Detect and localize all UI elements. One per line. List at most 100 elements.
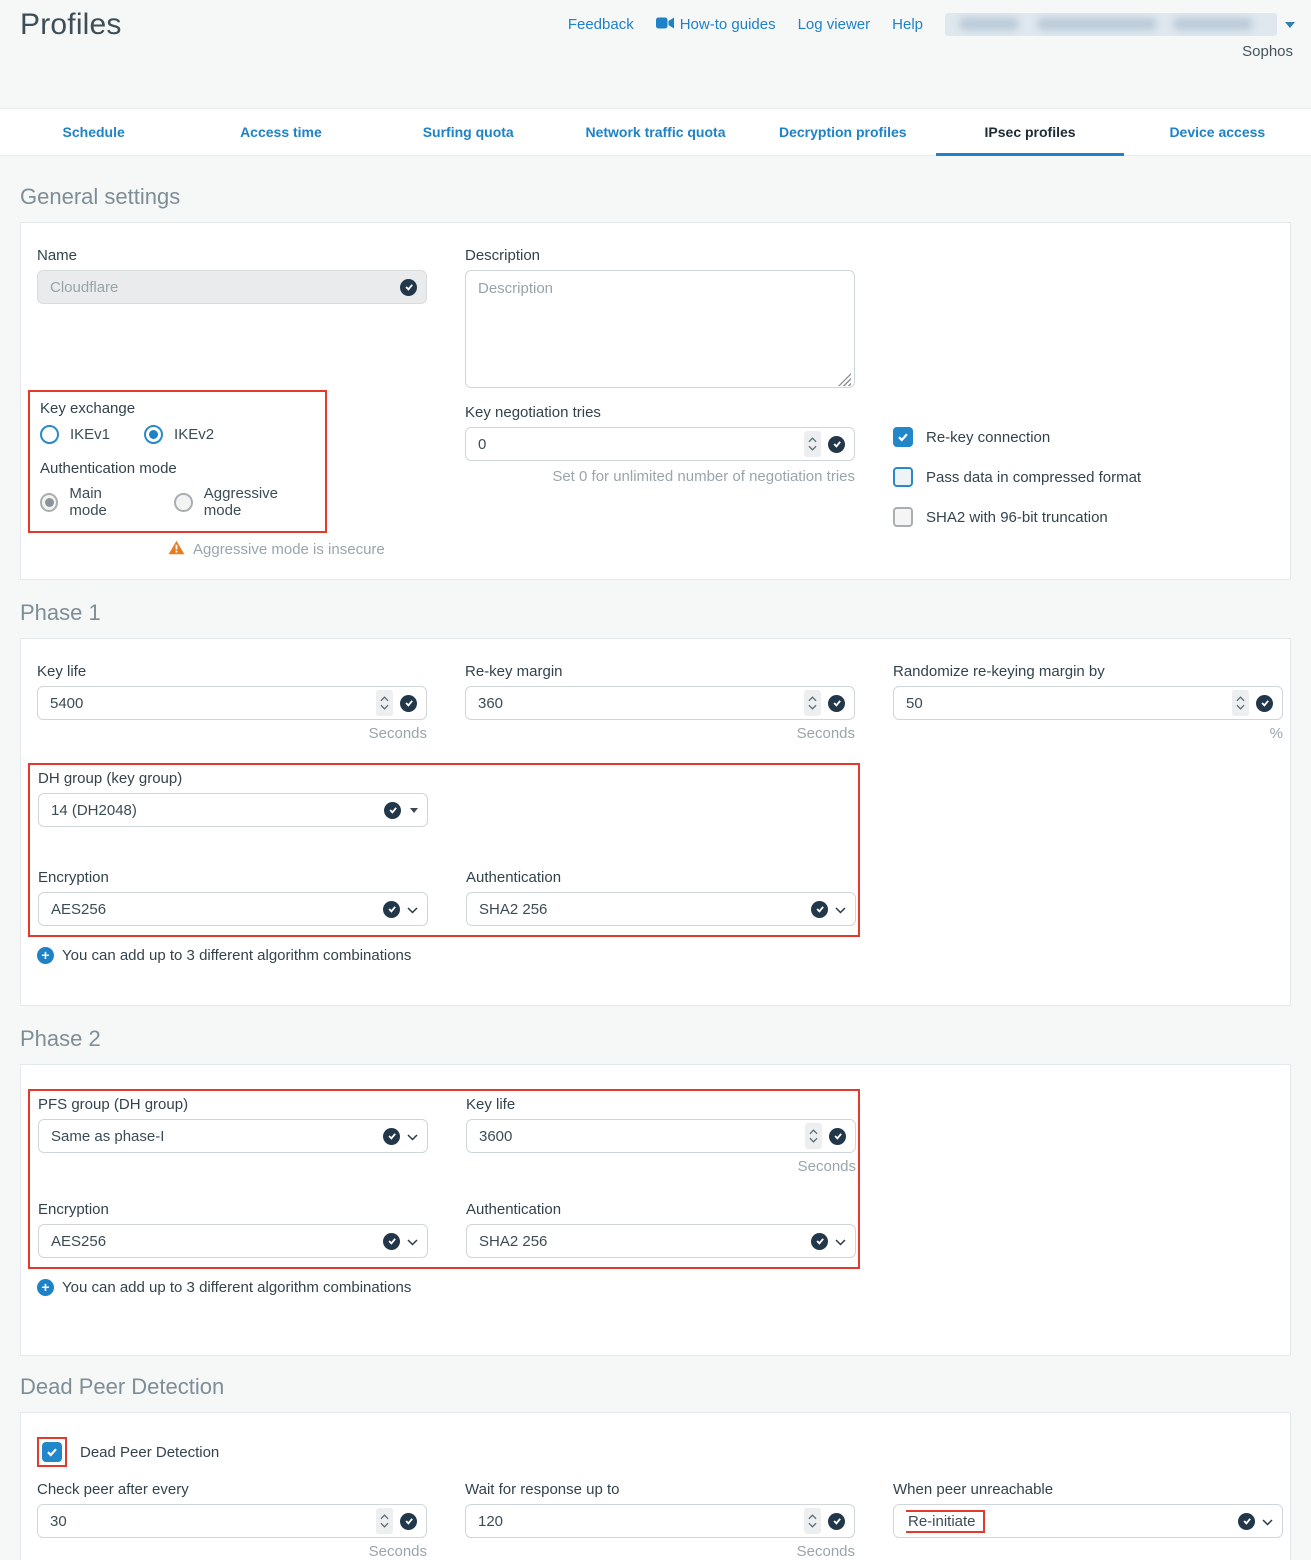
name-label: Name: [37, 247, 427, 264]
add-icon[interactable]: +: [37, 947, 54, 964]
add-icon[interactable]: +: [37, 1279, 54, 1296]
key-negotiation-label: Key negotiation tries: [465, 404, 855, 421]
page-title: Profiles: [20, 8, 122, 42]
authentication-select[interactable]: SHA2 256: [466, 892, 856, 926]
valid-check-icon: [1256, 695, 1273, 712]
dh-group-select[interactable]: 14 (DH2048): [38, 793, 428, 827]
number-stepper[interactable]: [376, 690, 393, 716]
phase2-heading: Phase 2: [20, 1026, 1291, 1052]
valid-check-icon: [829, 1128, 846, 1145]
radio-selected-icon[interactable]: [144, 425, 163, 444]
key-negotiation-field[interactable]: [465, 427, 855, 461]
pfs-group-select[interactable]: Same as phase-I: [38, 1119, 428, 1153]
log-viewer-link[interactable]: Log viewer: [798, 16, 871, 33]
valid-check-icon: [828, 1513, 845, 1530]
description-label: Description: [465, 247, 855, 264]
valid-check-icon: [1238, 1513, 1255, 1530]
rekey-margin-input[interactable]: [478, 695, 797, 712]
encryption-select[interactable]: AES256: [38, 892, 428, 926]
checkbox-checked-icon[interactable]: [42, 1442, 62, 1462]
chevron-down-icon[interactable]: [407, 1128, 418, 1145]
wait-response-label: Wait for response up to: [465, 1481, 855, 1498]
dpd-enable-checkbox[interactable]: Dead Peer Detection: [37, 1437, 1274, 1467]
chevron-down-icon[interactable]: [835, 1233, 846, 1250]
description-textarea[interactable]: [465, 270, 855, 388]
key-life-field[interactable]: [37, 686, 427, 720]
radio-aggressive-mode[interactable]: Aggressive mode: [174, 485, 315, 519]
number-stepper[interactable]: [804, 1508, 821, 1534]
tab-device-access[interactable]: Device access: [1124, 109, 1311, 155]
tab-ipsec-profiles[interactable]: IPsec profiles: [936, 109, 1123, 155]
checkbox-checked-icon[interactable]: [893, 427, 913, 447]
tab-decryption-profiles[interactable]: Decryption profiles: [749, 109, 936, 155]
wait-response-unit: Seconds: [465, 1543, 855, 1560]
phase1-algorithms-annotation-box: DH group (key group) 14 (DH2048) Encrypt…: [28, 763, 860, 937]
chevron-down-icon[interactable]: [1262, 1513, 1273, 1530]
tab-network-traffic-quota[interactable]: Network traffic quota: [562, 109, 749, 155]
check-peer-field[interactable]: [37, 1504, 427, 1538]
compressed-format-checkbox[interactable]: Pass data in compressed format: [893, 467, 1283, 487]
dropdown-arrow-icon[interactable]: [410, 808, 418, 813]
phase2-key-life-unit: Seconds: [466, 1158, 856, 1175]
radio-ikev2[interactable]: IKEv2: [144, 425, 214, 444]
video-camera-icon: [656, 16, 674, 33]
number-stepper[interactable]: [376, 1508, 393, 1534]
key-life-input[interactable]: [50, 695, 369, 712]
pfs-group-label: PFS group (DH group): [38, 1096, 428, 1113]
valid-check-icon: [383, 1128, 400, 1145]
help-link[interactable]: Help: [892, 16, 923, 33]
page-header: Profiles Feedback How-to guides Log view…: [0, 0, 1311, 108]
aggressive-mode-warning: Aggressive mode is insecure: [168, 540, 427, 559]
profile-tabs: Schedule Access time Surfing quota Netwo…: [0, 108, 1311, 156]
check-peer-input[interactable]: [50, 1513, 369, 1530]
general-settings-section: General settings Name Key exchange IKEv1: [20, 184, 1291, 580]
phase1-section: Phase 1 Key life Seconds Re-key margin: [20, 600, 1291, 1006]
chevron-down-icon[interactable]: [1285, 22, 1295, 28]
account-selector-redacted[interactable]: [945, 13, 1277, 36]
key-negotiation-help: Set 0 for unlimited number of negotiatio…: [465, 468, 855, 485]
wait-response-input[interactable]: [478, 1513, 797, 1530]
phase2-algorithms-annotation-box: PFS group (DH group) Same as phase-I Key…: [28, 1089, 860, 1269]
peer-unreachable-select[interactable]: Re-initiate: [893, 1504, 1283, 1538]
name-input: [50, 279, 393, 296]
number-stepper[interactable]: [1232, 690, 1249, 716]
valid-check-icon: [384, 802, 401, 819]
wait-response-field[interactable]: [465, 1504, 855, 1538]
phase2-section: Phase 2 PFS group (DH group) Same as pha…: [20, 1026, 1291, 1356]
phase2-encryption-select[interactable]: AES256: [38, 1224, 428, 1258]
tab-access-time[interactable]: Access time: [187, 109, 374, 155]
number-stepper[interactable]: [804, 431, 821, 457]
chevron-down-icon[interactable]: [407, 1233, 418, 1250]
auth-mode-label: Authentication mode: [40, 460, 315, 477]
chevron-down-icon[interactable]: [407, 901, 418, 918]
valid-check-icon: [400, 279, 417, 296]
number-stepper[interactable]: [804, 690, 821, 716]
checkbox-disabled-icon[interactable]: [893, 507, 913, 527]
radio-disabled-icon: [174, 493, 192, 512]
key-negotiation-input[interactable]: [478, 436, 797, 453]
tab-schedule[interactable]: Schedule: [0, 109, 187, 155]
feedback-link[interactable]: Feedback: [568, 16, 634, 33]
rekey-margin-field[interactable]: [465, 686, 855, 720]
check-peer-label: Check peer after every: [37, 1481, 427, 1498]
randomize-margin-field[interactable]: [893, 686, 1283, 720]
radio-icon[interactable]: [40, 425, 59, 444]
rekey-connection-checkbox[interactable]: Re-key connection: [893, 427, 1283, 447]
phase2-authentication-select[interactable]: SHA2 256: [466, 1224, 856, 1258]
phase2-key-life-field[interactable]: [466, 1119, 856, 1153]
phase2-key-life-input[interactable]: [479, 1128, 798, 1145]
valid-check-icon: [811, 901, 828, 918]
number-stepper[interactable]: [805, 1123, 822, 1149]
chevron-down-icon[interactable]: [835, 901, 846, 918]
tab-surfing-quota[interactable]: Surfing quota: [375, 109, 562, 155]
radio-selected-disabled-icon: [40, 493, 58, 512]
randomize-margin-label: Randomize re-keying margin by: [893, 663, 1283, 680]
add-combination-note: + You can add up to 3 different algorith…: [37, 947, 1274, 964]
authentication-label: Authentication: [466, 869, 856, 886]
radio-ikev1[interactable]: IKEv1: [40, 425, 110, 444]
checkbox-unchecked-icon[interactable]: [893, 467, 913, 487]
sha2-truncation-checkbox[interactable]: SHA2 with 96-bit truncation: [893, 507, 1283, 527]
howto-guides-link[interactable]: How-to guides: [656, 16, 776, 33]
radio-main-mode[interactable]: Main mode: [40, 485, 140, 519]
randomize-margin-input[interactable]: [906, 695, 1225, 712]
